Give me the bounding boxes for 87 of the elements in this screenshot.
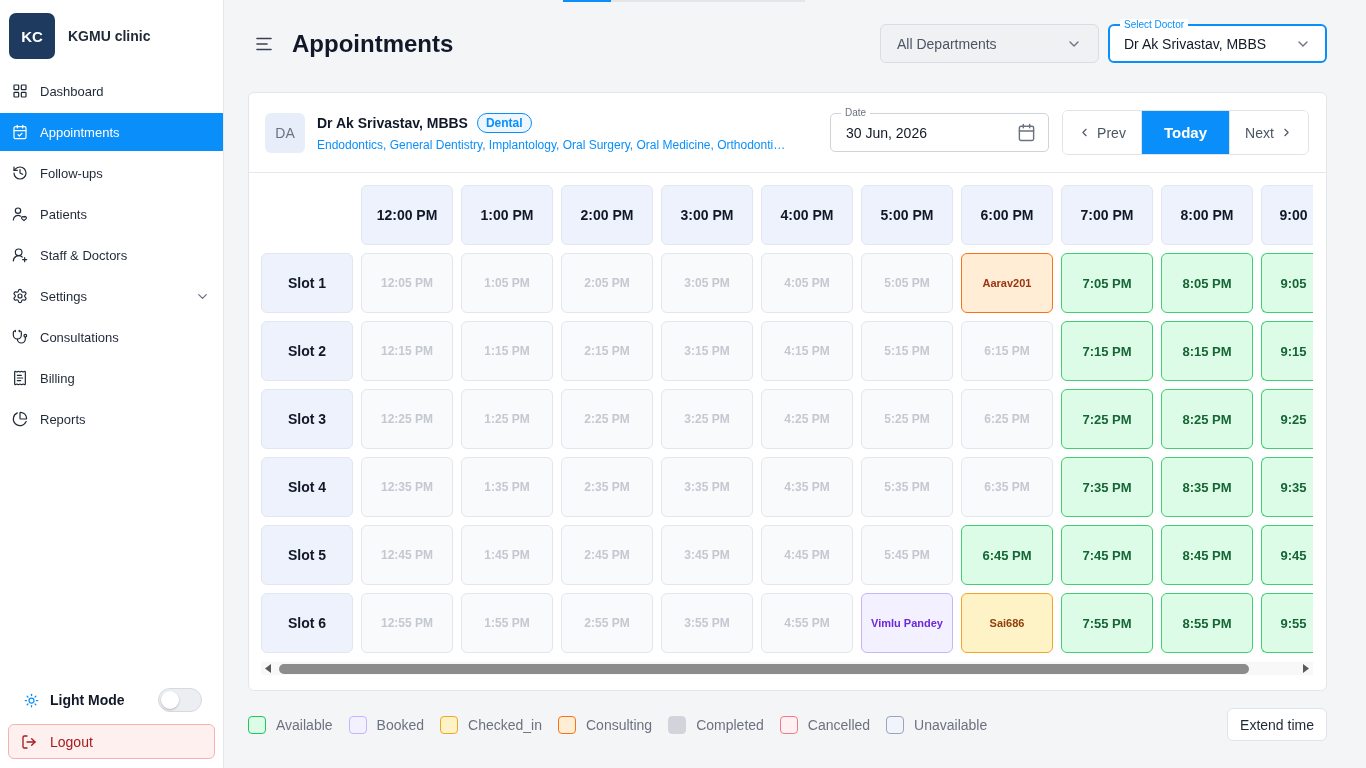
legend-label: Checked_in <box>468 716 542 733</box>
select-dropdown[interactable]: All Departments <box>880 24 1099 63</box>
doctor-avatar: DA <box>265 112 305 153</box>
calendar-icon[interactable] <box>1017 123 1036 142</box>
today-button[interactable]: Today <box>1141 111 1229 154</box>
hour-header: 8:00 PM <box>1161 185 1253 245</box>
field-label: Select Doctor <box>1120 19 1189 31</box>
time-slot[interactable]: 7:15 PM <box>1061 321 1153 381</box>
pie-chart-icon <box>12 411 28 427</box>
stethoscope-icon <box>12 329 28 345</box>
hour-header: 1:00 PM <box>461 185 553 245</box>
hour-header: 6:00 PM <box>961 185 1053 245</box>
scrollbar-thumb[interactable] <box>279 663 1249 674</box>
slot-label: Slot 1 <box>261 253 353 313</box>
sidebar-item[interactable]: Settings <box>0 277 223 315</box>
calendar-check-icon <box>12 124 28 140</box>
hour-header: 12:00 PM <box>361 185 453 245</box>
clinic-name: KGMU clinic <box>68 28 151 44</box>
hour-header: 3:00 PM <box>661 185 753 245</box>
user-plus-icon <box>12 247 28 263</box>
time-slot[interactable]: 7:25 PM <box>1061 389 1153 449</box>
specialties-text: Endodontics, General Dentistry, Implantology, Oral Surgery, Oral Medicine, Orthodonti… <box>317 138 787 152</box>
sidebar-item[interactable]: Patients <box>0 195 223 233</box>
hour-header: 5:00 PM <box>861 185 953 245</box>
time-slot[interactable]: 9:15 <box>1261 321 1313 381</box>
legend-label: Unavailable <box>914 716 988 733</box>
slot-label: Slot 4 <box>261 457 353 517</box>
slot-label: Slot 6 <box>261 593 353 653</box>
time-slot[interactable]: 8:35 PM <box>1161 457 1253 517</box>
page-title: Appointments <box>292 29 455 58</box>
time-slot[interactable]: 8:05 PM <box>1161 253 1253 313</box>
sidebar-item[interactable]: Follow-ups <box>0 154 223 192</box>
clock-arrow-icon <box>12 165 28 181</box>
sidebar-item[interactable]: Staff & Doctors <box>0 236 223 274</box>
slot-label: Slot 5 <box>261 525 353 585</box>
sun-icon <box>24 692 39 708</box>
time-slot[interactable]: 9:25 <box>1261 389 1313 449</box>
time-slot[interactable]: 8:15 PM <box>1161 321 1253 381</box>
time-slot[interactable]: 7:45 PM <box>1061 525 1153 585</box>
time-slot[interactable]: 8:45 PM <box>1161 525 1253 585</box>
sidebar-item[interactable]: Reports <box>0 400 223 438</box>
appointment-slot[interactable]: Sai686 <box>961 593 1053 653</box>
next-button[interactable]: Next <box>1229 111 1308 154</box>
logout-icon <box>21 733 37 750</box>
legend-label: Booked <box>376 716 425 733</box>
time-slot[interactable]: 9:55 <box>1261 593 1313 653</box>
hour-header: 7:00 PM <box>1061 185 1153 245</box>
slot-label: Slot 2 <box>261 321 353 381</box>
sidebar-item[interactable]: Billing <box>0 359 223 397</box>
hour-header: 9:00 <box>1261 185 1313 245</box>
settings-icon <box>12 288 28 304</box>
time-slot[interactable]: 9:35 <box>1261 457 1313 517</box>
grid-icon <box>12 83 28 99</box>
slot-label: Slot 3 <box>261 389 353 449</box>
department-tag: Dental <box>476 113 532 133</box>
appointment-slot[interactable]: Aarav201 <box>961 253 1053 313</box>
field-label: Date <box>841 107 871 119</box>
time-slot[interactable]: 6:45 PM <box>961 525 1053 585</box>
time-slot[interactable]: 8:25 PM <box>1161 389 1253 449</box>
legend-label: Consulting <box>586 716 653 733</box>
extend-time-button[interactable]: Extend time <box>1227 708 1327 741</box>
legend-label: Completed <box>696 716 764 733</box>
sidebar-item[interactable]: Dashboard <box>0 72 223 110</box>
horizontal-scrollbar[interactable] <box>261 662 1313 675</box>
sidebar-item[interactable]: Consultations <box>0 318 223 356</box>
theme-toggle[interactable] <box>158 688 202 712</box>
receipt-icon <box>12 370 28 386</box>
time-slot[interactable]: 8:55 PM <box>1161 593 1253 653</box>
legend-label: Available <box>276 716 333 733</box>
clinic-logo: KC <box>9 13 55 59</box>
time-slot[interactable]: 9:05 <box>1261 253 1313 313</box>
sidebar-item[interactable]: Appointments <box>0 113 223 151</box>
user-heart-icon <box>12 206 28 222</box>
time-slot[interactable]: 7:55 PM <box>1061 593 1153 653</box>
appointment-slot[interactable]: Vimlu Pandey <box>861 593 953 653</box>
hour-header: 2:00 PM <box>561 185 653 245</box>
time-slot[interactable]: 9:45 <box>1261 525 1313 585</box>
time-slot[interactable]: 7:35 PM <box>1061 457 1153 517</box>
menu-icon[interactable] <box>256 36 272 51</box>
logout-button[interactable]: Logout <box>8 724 215 759</box>
hour-header: 4:00 PM <box>761 185 853 245</box>
scroll-right-icon[interactable] <box>1303 664 1309 673</box>
time-slot[interactable]: 7:05 PM <box>1061 253 1153 313</box>
scroll-left-icon[interactable] <box>265 664 271 673</box>
doctor-name: Dr Ak Srivastav, MBBS <box>317 115 468 131</box>
theme-label: Light Mode <box>50 692 126 708</box>
legend-label: Cancelled <box>807 716 871 733</box>
